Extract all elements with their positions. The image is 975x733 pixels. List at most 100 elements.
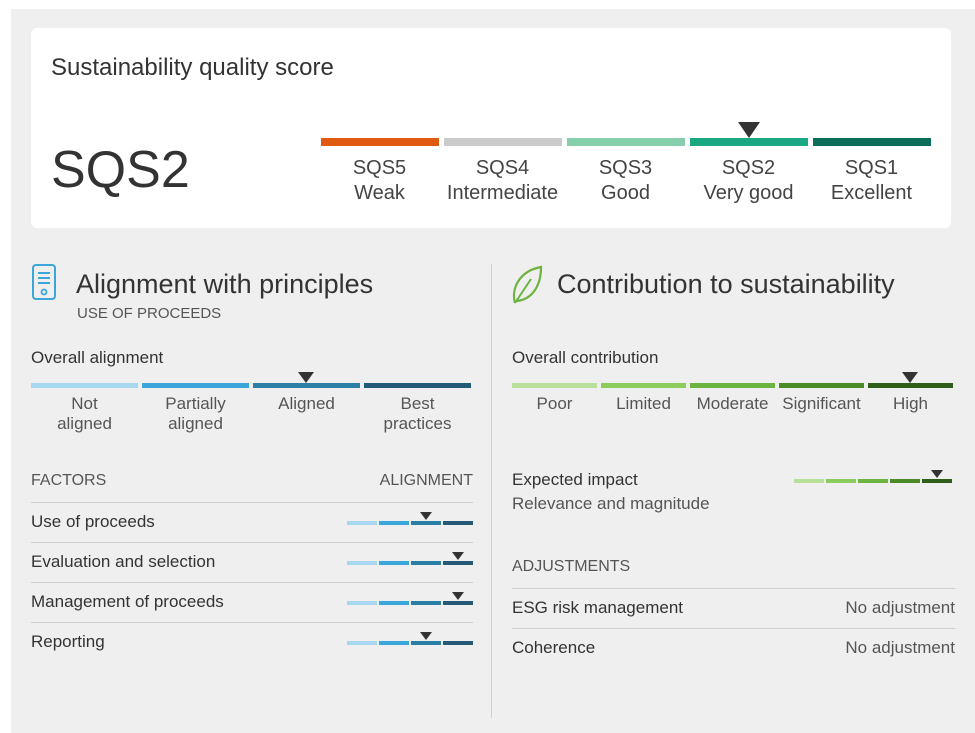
factor-divider bbox=[31, 502, 473, 503]
score-level-code: SQS5 bbox=[352, 157, 407, 179]
alignment-level-text: Aligned bbox=[278, 394, 335, 413]
score-level-code: SQS2 bbox=[721, 157, 776, 179]
adjustment-value: No adjustment bbox=[845, 638, 955, 657]
factor-bar bbox=[379, 601, 409, 605]
score-level-name: Very good bbox=[703, 182, 794, 204]
adjustment-divider bbox=[512, 588, 955, 589]
contribution-level-label: Limited bbox=[616, 394, 671, 413]
factor-bar bbox=[411, 601, 441, 605]
impact-marker-icon bbox=[931, 470, 943, 478]
impact-bar bbox=[858, 479, 888, 483]
alignment-header: ALIGNMENT bbox=[379, 472, 473, 489]
expected-impact-label: Expected impact bbox=[512, 470, 638, 489]
contribution-marker-icon bbox=[902, 372, 918, 383]
score-marker-icon bbox=[738, 122, 760, 138]
contribution-bar bbox=[601, 383, 686, 388]
contribution-level-label: Significant bbox=[782, 394, 861, 413]
alignment-bar bbox=[31, 383, 138, 388]
alignment-title: Alignment with principles bbox=[76, 269, 374, 299]
alignment-level-label: Best practices bbox=[364, 394, 471, 434]
factor-name: Reporting bbox=[31, 632, 105, 651]
impact-bar bbox=[922, 479, 952, 483]
score-level-label: SQS1 Excellent bbox=[810, 156, 933, 206]
adjustment-value: No adjustment bbox=[845, 598, 955, 617]
alignment-level-text: Not bbox=[71, 394, 98, 413]
impact-bar bbox=[890, 479, 920, 483]
factor-bar bbox=[443, 521, 473, 525]
impact-bar bbox=[826, 479, 856, 483]
contribution-bar bbox=[779, 383, 864, 388]
alignment-level-label: Not aligned bbox=[31, 394, 138, 434]
alignment-level-text: practices bbox=[383, 414, 452, 433]
score-card: Sustainability quality score SQS2 SQS5 We… bbox=[31, 28, 951, 228]
factor-bar bbox=[347, 561, 377, 565]
factor-bar bbox=[443, 641, 473, 645]
score-segment bbox=[813, 138, 931, 146]
overall-alignment-label: Overall alignment bbox=[31, 348, 164, 367]
factor-marker-icon bbox=[420, 632, 432, 640]
factor-bar bbox=[379, 521, 409, 525]
score-level-code: SQS1 bbox=[844, 157, 899, 179]
factor-marker-icon bbox=[452, 552, 464, 560]
factor-bar bbox=[443, 601, 473, 605]
factor-bar bbox=[379, 561, 409, 565]
adjustment-divider bbox=[512, 628, 955, 629]
score-level-label: SQS2 Very good bbox=[687, 156, 810, 206]
contribution-level-label: Moderate bbox=[696, 394, 769, 413]
adjustments-header: ADJUSTMENTS bbox=[512, 558, 631, 575]
score-value: SQS2 bbox=[51, 141, 190, 199]
alignment-marker-icon bbox=[298, 372, 314, 383]
factor-marker-icon bbox=[452, 592, 464, 600]
alignment-bar bbox=[364, 383, 471, 388]
factor-divider bbox=[31, 582, 473, 583]
score-segment bbox=[444, 138, 562, 146]
factor-bar bbox=[411, 561, 441, 565]
score-segment bbox=[690, 138, 808, 146]
score-level-name: Intermediate bbox=[446, 182, 559, 204]
card-title: Sustainability quality score bbox=[51, 54, 334, 81]
alignment-bar bbox=[253, 383, 360, 388]
factor-divider bbox=[31, 622, 473, 623]
alignment-level-label: Partially aligned bbox=[142, 394, 249, 434]
factor-bar bbox=[411, 641, 441, 645]
score-level-code: SQS4 bbox=[475, 157, 530, 179]
factor-divider bbox=[31, 542, 473, 543]
factor-bar bbox=[379, 641, 409, 645]
factor-name: Evaluation and selection bbox=[31, 552, 216, 571]
contribution-bar bbox=[868, 383, 953, 388]
overall-contribution-label: Overall contribution bbox=[512, 348, 659, 367]
alignment-level-text: aligned bbox=[168, 414, 223, 433]
score-level-label: SQS5 Weak bbox=[318, 156, 441, 206]
adjustment-name: Coherence bbox=[512, 638, 596, 657]
factor-bar bbox=[411, 521, 441, 525]
alignment-level-label: Aligned bbox=[253, 394, 360, 414]
score-segment bbox=[567, 138, 685, 146]
contribution-title: Contribution to sustainability bbox=[557, 269, 895, 299]
document-icon bbox=[32, 264, 56, 300]
score-level-name: Weak bbox=[354, 182, 405, 204]
factor-bar bbox=[443, 561, 473, 565]
score-level-name: Excellent bbox=[830, 182, 913, 204]
contribution-bar bbox=[690, 383, 775, 388]
alignment-level-text: Best bbox=[400, 394, 435, 413]
score-level-code: SQS3 bbox=[598, 157, 653, 179]
alignment-bar bbox=[142, 383, 249, 388]
factor-name: Management of proceeds bbox=[31, 592, 224, 611]
score-level-name: Good bbox=[601, 182, 650, 204]
score-segment bbox=[321, 138, 439, 146]
adjustment-name: ESG risk management bbox=[512, 598, 684, 617]
column-divider bbox=[491, 264, 492, 718]
factors-header: FACTORS bbox=[31, 472, 107, 489]
score-level-label: SQS4 Intermediate bbox=[441, 156, 564, 206]
factor-name: Use of proceeds bbox=[31, 512, 155, 531]
expected-impact-subtitle: Relevance and magnitude bbox=[512, 494, 710, 513]
score-level-label: SQS3 Good bbox=[564, 156, 687, 206]
factor-bar bbox=[347, 601, 377, 605]
alignment-level-text: aligned bbox=[57, 414, 112, 433]
contribution-level-label: Poor bbox=[536, 394, 573, 413]
factor-bar bbox=[347, 521, 377, 525]
impact-bar bbox=[794, 479, 824, 483]
alignment-level-text: Partially bbox=[165, 394, 226, 413]
factor-marker-icon bbox=[420, 512, 432, 520]
leaf-icon bbox=[512, 265, 543, 304]
